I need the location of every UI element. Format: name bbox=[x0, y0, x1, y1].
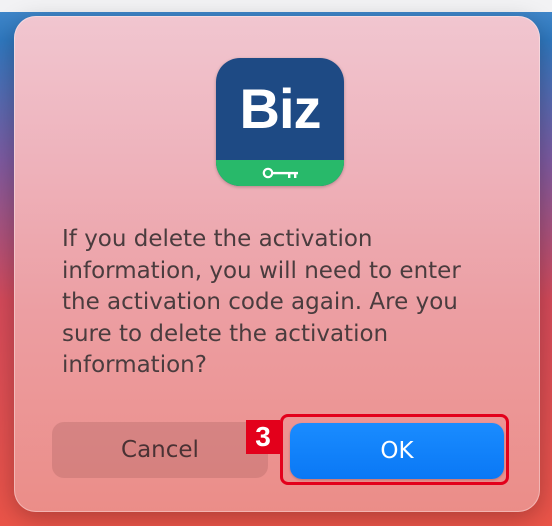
window-top-strip bbox=[0, 0, 552, 12]
dialog-message: If you delete the activation information… bbox=[62, 226, 461, 378]
app-icon: Biz bbox=[216, 58, 344, 186]
cancel-button[interactable]: Cancel bbox=[52, 422, 268, 478]
key-icon bbox=[262, 167, 298, 179]
app-icon-label: Biz bbox=[239, 77, 322, 140]
ok-button[interactable]: OK bbox=[290, 423, 504, 479]
desktop-background: Biz If you delete the activation informa… bbox=[0, 0, 552, 526]
app-icon-band bbox=[216, 160, 344, 186]
step-number-badge: 3 bbox=[246, 420, 280, 454]
